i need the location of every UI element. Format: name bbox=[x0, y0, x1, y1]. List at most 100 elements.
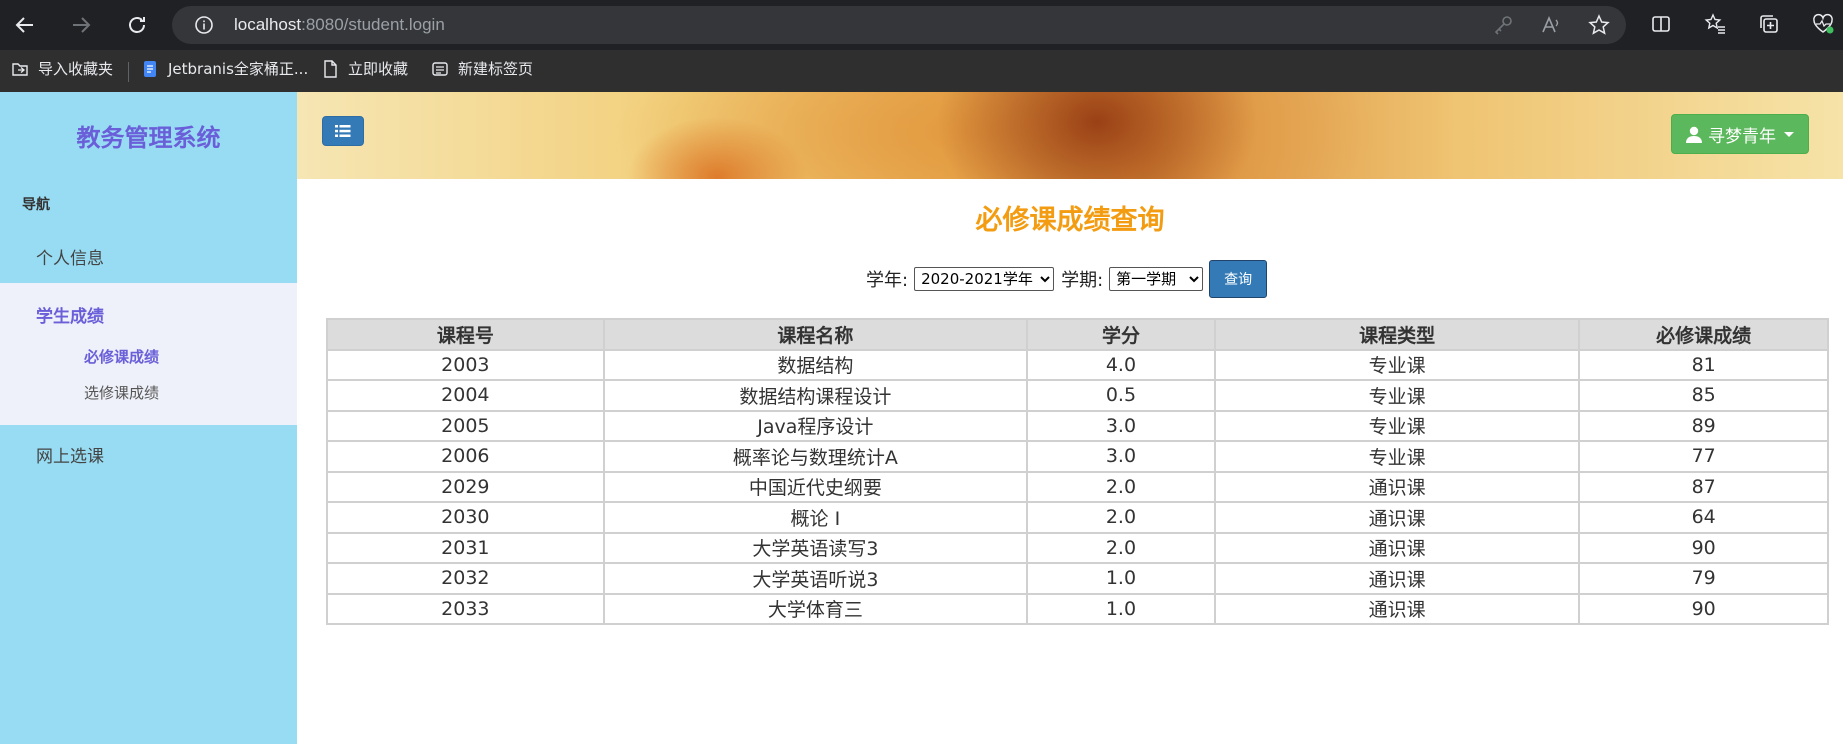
bookmark-newtab[interactable]: 新建标签页 bbox=[430, 58, 533, 79]
course-id-cell: 2006 bbox=[326, 440, 605, 473]
key-icon bbox=[1494, 16, 1512, 35]
credit-cell: 3.0 bbox=[1026, 440, 1216, 473]
grade-cell: 79 bbox=[1578, 562, 1829, 595]
column-header: 课程名称 bbox=[602, 318, 1029, 351]
course-id-cell: 2005 bbox=[326, 409, 605, 442]
table-row: 2005 Java程序设计 3.0 专业课 89 bbox=[326, 409, 1829, 442]
course-id-cell: 2003 bbox=[326, 348, 605, 381]
user-name: 寻梦青年 bbox=[1708, 126, 1776, 147]
reload-icon bbox=[129, 17, 145, 33]
back-button[interactable] bbox=[8, 8, 42, 42]
query-button[interactable]: 查询 bbox=[1209, 260, 1268, 298]
credit-cell: 0.5 bbox=[1026, 379, 1216, 412]
url-text[interactable]: localhost:8080/student.login bbox=[234, 15, 445, 35]
grade-cell: 64 bbox=[1578, 501, 1829, 534]
info-icon[interactable] bbox=[194, 15, 214, 35]
bookmark-collect[interactable]: 立即收藏 bbox=[320, 58, 408, 79]
credit-cell: 2.0 bbox=[1026, 501, 1216, 534]
read-aloud-button[interactable] bbox=[1538, 13, 1564, 37]
course-id-cell: 2029 bbox=[326, 470, 605, 503]
course-type-cell: 通识课 bbox=[1213, 501, 1581, 534]
course-type-cell: 专业课 bbox=[1213, 379, 1581, 412]
bookmark-label: Jetbranis全家桶正... bbox=[168, 60, 309, 78]
arrow-right-icon bbox=[73, 17, 91, 33]
grade-cell: 90 bbox=[1578, 531, 1829, 564]
user-menu-button[interactable]: 寻梦青年 bbox=[1671, 114, 1809, 154]
page-title: 必修课成绩查询 bbox=[975, 205, 1165, 236]
reload-button[interactable] bbox=[120, 8, 154, 42]
sidebar-subitem-required-grades[interactable]: 必修课成绩 bbox=[84, 346, 159, 367]
sidebar-item-course-selection[interactable]: 网上选课 bbox=[36, 442, 104, 467]
grades-table: 课程号 课程名称 学分 课程类型 必修课成绩 2003 数据结构 4.0 专业课 81 2… bbox=[326, 318, 1829, 625]
document-blue-icon bbox=[144, 60, 156, 77]
performance-button[interactable] bbox=[1810, 12, 1836, 36]
table-row: 2032 大学英语听说3 1.0 通识课 79 bbox=[326, 562, 1829, 595]
bookmark-jetbrains[interactable]: Jetbranis全家桶正... bbox=[140, 58, 308, 79]
sidebar-subitem-elective-grades[interactable]: 选修课成绩 bbox=[84, 382, 159, 403]
course-type-cell: 通识课 bbox=[1213, 531, 1581, 564]
url-host: localhost bbox=[234, 15, 302, 34]
column-header: 课程类型 bbox=[1213, 318, 1581, 351]
bookmark-label: 导入收藏夹 bbox=[38, 60, 114, 78]
course-type-cell: 通识课 bbox=[1213, 562, 1581, 595]
key-button[interactable] bbox=[1490, 13, 1516, 37]
course-name-cell: 中国近代史纲要 bbox=[602, 470, 1029, 503]
table-row: 2029 中国近代史纲要 2.0 通识课 87 bbox=[326, 470, 1829, 503]
grade-cell: 90 bbox=[1578, 592, 1829, 625]
sidebar-item-student-grades[interactable]: 学生成绩 bbox=[36, 302, 104, 327]
user-icon bbox=[1686, 126, 1702, 143]
list-icon bbox=[335, 125, 351, 137]
term-label: 学期: bbox=[1061, 270, 1104, 291]
credit-cell: 1.0 bbox=[1026, 562, 1216, 595]
heart-pulse-icon bbox=[1813, 13, 1834, 34]
table-row: 2004 数据结构课程设计 0.5 专业课 85 bbox=[326, 379, 1829, 412]
caret-down-icon bbox=[1784, 131, 1794, 137]
year-select[interactable]: 2020-2021学年 bbox=[914, 267, 1055, 291]
new-tab-icon bbox=[432, 61, 448, 76]
app-brand: 教务管理系统 bbox=[76, 124, 221, 152]
credit-cell: 1.0 bbox=[1026, 592, 1216, 625]
course-id-cell: 2033 bbox=[326, 592, 605, 625]
collections-icon bbox=[1760, 15, 1778, 33]
page-icon bbox=[324, 59, 337, 78]
course-id-cell: 2032 bbox=[326, 562, 605, 595]
column-header: 学分 bbox=[1026, 318, 1216, 351]
course-type-cell: 专业课 bbox=[1213, 440, 1581, 473]
favorite-button[interactable] bbox=[1586, 13, 1612, 37]
favorites-list-icon bbox=[1704, 13, 1725, 34]
course-type-cell: 通识课 bbox=[1213, 592, 1581, 625]
star-icon bbox=[1588, 14, 1610, 35]
course-type-cell: 专业课 bbox=[1213, 409, 1581, 442]
column-header: 课程号 bbox=[326, 318, 605, 351]
menu-toggle-button[interactable] bbox=[322, 116, 364, 146]
forward-button[interactable] bbox=[64, 8, 98, 42]
grade-cell: 77 bbox=[1578, 440, 1829, 473]
grade-cell: 89 bbox=[1578, 409, 1829, 442]
course-name-cell: 概率论与数理统计A bbox=[602, 440, 1029, 473]
term-select[interactable]: 第一学期 bbox=[1109, 267, 1204, 291]
sidebar-group-grades: 学生成绩 必修课成绩 选修课成绩 bbox=[0, 283, 297, 425]
collections-button[interactable] bbox=[1756, 12, 1782, 36]
favorites-button[interactable] bbox=[1702, 12, 1728, 36]
table-row: 2003 数据结构 4.0 专业课 81 bbox=[326, 348, 1829, 381]
bookmarks-divider bbox=[128, 62, 129, 82]
grade-cell: 81 bbox=[1578, 348, 1829, 381]
browser-toolbar: localhost:8080/student.login bbox=[0, 0, 1843, 50]
import-favorites-icon bbox=[12, 62, 28, 76]
arrow-left-icon bbox=[15, 17, 33, 33]
split-screen-button[interactable] bbox=[1648, 12, 1674, 36]
sidebar-item-personal-info[interactable]: 个人信息 bbox=[36, 244, 104, 269]
course-name-cell: 数据结构 bbox=[602, 348, 1029, 381]
year-label: 学年: bbox=[866, 270, 909, 291]
grade-cell: 85 bbox=[1578, 379, 1829, 412]
credit-cell: 4.0 bbox=[1026, 348, 1216, 381]
course-id-cell: 2031 bbox=[326, 531, 605, 564]
query-filter: 学年: 2020-2021学年 学期: 第一学期 查询 bbox=[866, 260, 1268, 298]
address-bar[interactable]: localhost:8080/student.login bbox=[172, 6, 1626, 44]
bookmark-import[interactable]: 导入收藏夹 bbox=[10, 58, 113, 79]
read-aloud-icon bbox=[1542, 15, 1559, 33]
course-type-cell: 专业课 bbox=[1213, 348, 1581, 381]
bookmark-label: 立即收藏 bbox=[348, 60, 409, 78]
credit-cell: 3.0 bbox=[1026, 409, 1216, 442]
table-row: 2006 概率论与数理统计A 3.0 专业课 77 bbox=[326, 440, 1829, 473]
